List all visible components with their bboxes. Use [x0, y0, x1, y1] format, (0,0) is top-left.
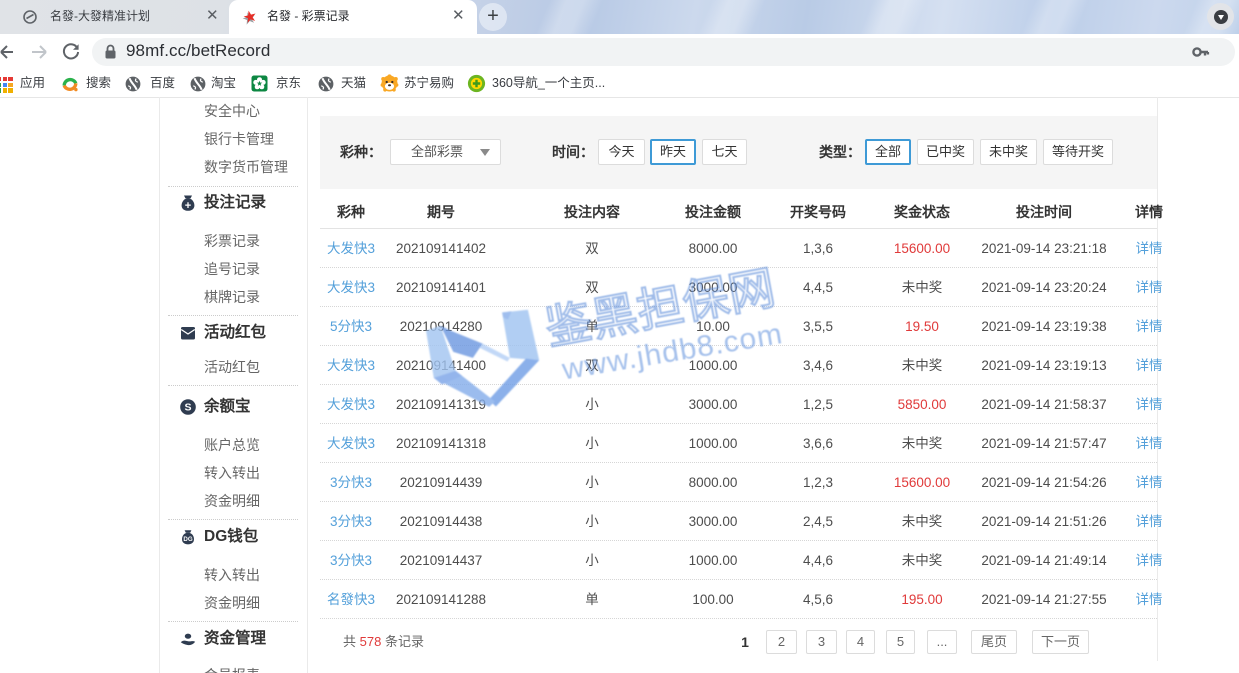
svg-text:DG: DG — [183, 536, 192, 543]
svg-text:S: S — [184, 402, 191, 414]
